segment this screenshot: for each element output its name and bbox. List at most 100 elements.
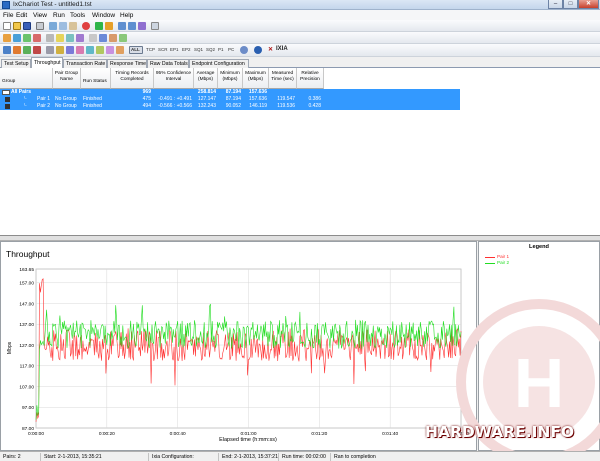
tag-icon[interactable] — [76, 46, 84, 54]
x-tick-label: 0:01:40 — [382, 431, 398, 437]
menu-run[interactable]: Run — [53, 12, 65, 19]
filter-icon[interactable] — [56, 34, 64, 42]
filter-ep1-button[interactable]: EP1 — [170, 47, 179, 52]
tab-transaction-rate[interactable]: Transaction Rate — [63, 59, 107, 68]
filter-p1-button[interactable]: P1 — [218, 47, 224, 52]
collapse-icon[interactable] — [2, 90, 10, 95]
save-icon[interactable] — [23, 22, 31, 30]
grid-icon[interactable] — [151, 22, 159, 30]
col-header-average[interactable]: Average (Mbps) — [194, 68, 218, 89]
legend-item-pair-1[interactable]: Pair 1 — [497, 254, 509, 259]
link-icon[interactable] — [13, 34, 21, 42]
endpoint-icon[interactable] — [23, 46, 31, 54]
menu-edit[interactable]: Edit — [16, 12, 27, 19]
all-pairs-records: 969 — [142, 89, 151, 95]
filter-ep2-button[interactable]: EP2 — [182, 47, 191, 52]
legend-item-pair-2[interactable]: Pair 2 — [497, 260, 509, 265]
confidence-interval: -0.491 : +0.491 — [158, 96, 192, 102]
pair-icon[interactable] — [3, 34, 11, 42]
stats-icon[interactable] — [116, 46, 124, 54]
col-header-timing-records[interactable]: Timing Records Completed — [111, 68, 154, 89]
table-row[interactable]: └ Pair 1 No Group Finished 475 -0.491 : … — [0, 96, 460, 103]
info-icon[interactable] — [254, 46, 262, 54]
menu-view[interactable]: View — [33, 12, 47, 19]
menu-window[interactable]: Window — [92, 12, 115, 19]
new-file-icon[interactable] — [3, 22, 11, 30]
filter-pc-button[interactable]: PC — [228, 47, 234, 52]
confidence-interval: -0.566 : +0.566 — [158, 103, 192, 109]
tab-throughput[interactable]: Throughput — [31, 57, 63, 68]
x-tick-label: 0:00:40 — [170, 431, 186, 437]
lock-icon[interactable] — [46, 46, 54, 54]
table-row-all-pairs[interactable]: All Pairs 969 258.814 87.194 157.636 — [0, 89, 460, 96]
menu-bar: File Edit View Run Tools Window Help — [0, 10, 600, 20]
filter-all-button[interactable]: ALL — [131, 47, 140, 52]
minimize-button[interactable]: – — [548, 0, 563, 9]
copy-icon[interactable] — [59, 22, 67, 30]
refresh-icon[interactable] — [66, 34, 74, 42]
menu-file[interactable]: File — [3, 12, 13, 19]
legend-panel: Legend Pair 1 Pair 2 H — [456, 241, 600, 452]
maximize-button[interactable]: □ — [563, 0, 578, 9]
throughput-icon[interactable] — [23, 34, 31, 42]
compare-icon[interactable] — [106, 46, 114, 54]
print-icon[interactable] — [36, 22, 44, 30]
key-icon[interactable] — [56, 46, 64, 54]
swap-icon[interactable] — [46, 34, 54, 42]
menu-help[interactable]: Help — [120, 12, 133, 19]
y-tick-label: 163.65 — [19, 267, 34, 273]
tab-raw-data-totals[interactable]: Raw Data Totals — [147, 59, 189, 68]
add-pair-icon[interactable] — [118, 22, 126, 30]
filter-pair-icon[interactable] — [96, 46, 104, 54]
y-tick-label: 157.00 — [19, 281, 34, 287]
col-header-relative-precision[interactable]: Relative Precision — [297, 68, 324, 89]
col-header-group[interactable]: Group — [0, 68, 53, 89]
tab-response-time[interactable]: Response Time — [107, 59, 147, 68]
table-row[interactable]: └ Pair 2 No Group Finished 494 -0.566 : … — [0, 103, 460, 110]
col-header-confidence-interval[interactable]: 95% Confidence Interval — [154, 68, 194, 89]
menu-tools[interactable]: Tools — [70, 12, 85, 19]
export-icon[interactable] — [119, 34, 127, 42]
col-header-measured-time[interactable]: Measured Time (sec) — [269, 68, 297, 89]
y-tick-label: 87.00 — [22, 426, 34, 432]
expand-icon[interactable] — [89, 34, 97, 42]
x-tick-label: 0:00:00 — [28, 431, 44, 437]
ixia-logo: ✕ — [268, 47, 274, 53]
report-icon[interactable] — [109, 34, 117, 42]
group-icon[interactable] — [3, 46, 11, 54]
network-icon[interactable] — [66, 46, 74, 54]
add-multicast-icon[interactable] — [128, 22, 136, 30]
status-start: Start: 2-1-2013, 15:35:21 — [40, 453, 148, 461]
status-completion: Ran to completion — [330, 453, 400, 461]
clock-icon[interactable] — [86, 46, 94, 54]
col-header-run-status[interactable]: Run Status — [81, 68, 111, 89]
tab-endpoint-configuration[interactable]: Endpoint Configuration — [189, 59, 249, 68]
script-icon[interactable] — [13, 46, 21, 54]
filter-sq1-button[interactable]: SQ1 — [194, 47, 203, 52]
pair-icon — [5, 104, 10, 109]
col-header-maximum[interactable]: Maximum (Mbps) — [243, 68, 269, 89]
tab-test-setup[interactable]: Test Setup — [1, 59, 31, 68]
pair-icon — [5, 97, 10, 102]
edit-pair-icon[interactable] — [138, 22, 146, 30]
chart-icon[interactable] — [99, 34, 107, 42]
throughput-chart: 163.65 157.00 147.00 137.00 127.00 117.00 107.… — [7, 267, 469, 443]
close-button[interactable]: ✕ — [578, 0, 599, 9]
run-icon[interactable] — [95, 22, 103, 30]
col-header-pair-group-name[interactable]: Pair Group Name — [53, 68, 81, 89]
error-icon[interactable] — [33, 46, 41, 54]
cut-icon[interactable] — [49, 22, 57, 30]
paste-icon[interactable] — [69, 22, 77, 30]
filter-sq2-button[interactable]: SQ2 — [206, 47, 215, 52]
filter-scr-button[interactable]: SCR — [158, 47, 168, 52]
response-icon[interactable] — [33, 34, 41, 42]
pause-icon[interactable] — [105, 22, 113, 30]
toolbar-secondary — [0, 32, 600, 44]
open-folder-icon[interactable] — [13, 22, 21, 30]
stop-icon[interactable] — [82, 22, 90, 30]
sort-icon[interactable] — [76, 34, 84, 42]
minimum-mbps: 87.194 — [225, 96, 241, 102]
filter-tcp-button[interactable]: TCP — [146, 47, 155, 52]
help-icon[interactable] — [240, 46, 248, 54]
col-header-minimum[interactable]: Minimum (Mbps) — [218, 68, 243, 89]
